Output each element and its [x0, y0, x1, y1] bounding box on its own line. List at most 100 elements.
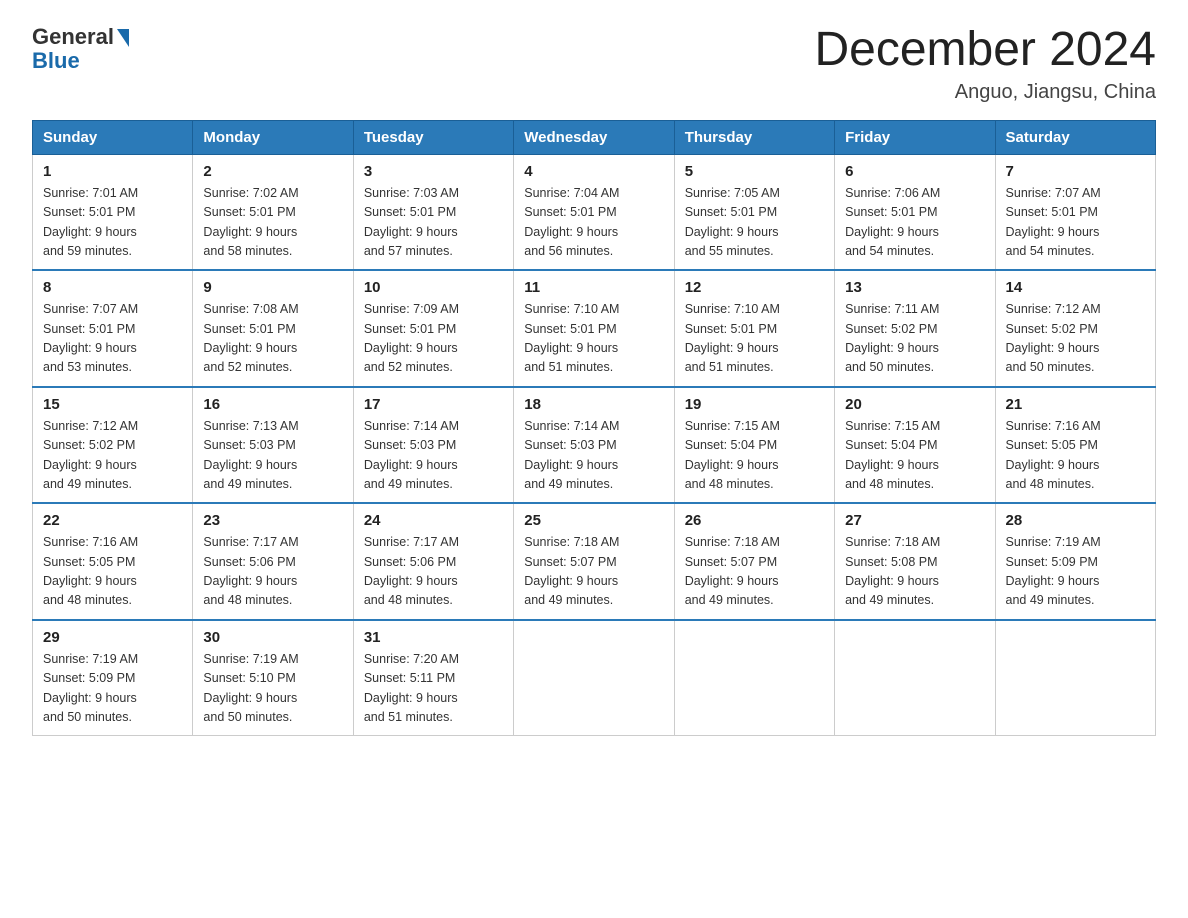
day-info: Sunrise: 7:13 AM Sunset: 5:03 PM Dayligh… [203, 417, 342, 495]
day-info: Sunrise: 7:08 AM Sunset: 5:01 PM Dayligh… [203, 300, 342, 378]
day-number: 31 [364, 629, 503, 646]
day-number: 28 [1006, 512, 1145, 529]
day-number: 21 [1006, 396, 1145, 413]
day-number: 19 [685, 396, 824, 413]
calendar-cell: 26 Sunrise: 7:18 AM Sunset: 5:07 PM Dayl… [674, 503, 834, 620]
calendar-cell [674, 620, 834, 736]
day-header-thursday: Thursday [674, 120, 834, 154]
header: General Blue December 2024 Anguo, Jiangs… [32, 24, 1156, 104]
logo-arrow-icon [117, 29, 129, 47]
day-info: Sunrise: 7:19 AM Sunset: 5:10 PM Dayligh… [203, 650, 342, 728]
day-info: Sunrise: 7:06 AM Sunset: 5:01 PM Dayligh… [845, 184, 984, 262]
calendar-cell: 29 Sunrise: 7:19 AM Sunset: 5:09 PM Dayl… [33, 620, 193, 736]
title-area: December 2024 Anguo, Jiangsu, China [814, 24, 1156, 104]
day-number: 3 [364, 163, 503, 180]
day-number: 6 [845, 163, 984, 180]
day-number: 15 [43, 396, 182, 413]
day-number: 30 [203, 629, 342, 646]
calendar-cell: 2 Sunrise: 7:02 AM Sunset: 5:01 PM Dayli… [193, 154, 353, 270]
calendar-cell: 9 Sunrise: 7:08 AM Sunset: 5:01 PM Dayli… [193, 270, 353, 387]
calendar-cell: 5 Sunrise: 7:05 AM Sunset: 5:01 PM Dayli… [674, 154, 834, 270]
day-number: 17 [364, 396, 503, 413]
day-info: Sunrise: 7:20 AM Sunset: 5:11 PM Dayligh… [364, 650, 503, 728]
day-number: 5 [685, 163, 824, 180]
calendar-subtitle: Anguo, Jiangsu, China [814, 81, 1156, 104]
calendar-cell: 23 Sunrise: 7:17 AM Sunset: 5:06 PM Dayl… [193, 503, 353, 620]
day-info: Sunrise: 7:19 AM Sunset: 5:09 PM Dayligh… [1006, 533, 1145, 611]
calendar-cell: 18 Sunrise: 7:14 AM Sunset: 5:03 PM Dayl… [514, 387, 674, 504]
calendar-cell: 31 Sunrise: 7:20 AM Sunset: 5:11 PM Dayl… [353, 620, 513, 736]
day-number: 27 [845, 512, 984, 529]
day-number: 23 [203, 512, 342, 529]
calendar-cell: 10 Sunrise: 7:09 AM Sunset: 5:01 PM Dayl… [353, 270, 513, 387]
calendar-cell: 22 Sunrise: 7:16 AM Sunset: 5:05 PM Dayl… [33, 503, 193, 620]
day-number: 16 [203, 396, 342, 413]
day-header-wednesday: Wednesday [514, 120, 674, 154]
day-number: 18 [524, 396, 663, 413]
day-info: Sunrise: 7:02 AM Sunset: 5:01 PM Dayligh… [203, 184, 342, 262]
logo-blue-text: Blue [32, 48, 80, 74]
day-info: Sunrise: 7:03 AM Sunset: 5:01 PM Dayligh… [364, 184, 503, 262]
day-number: 14 [1006, 279, 1145, 296]
calendar-week-row: 1 Sunrise: 7:01 AM Sunset: 5:01 PM Dayli… [33, 154, 1156, 270]
calendar-week-row: 15 Sunrise: 7:12 AM Sunset: 5:02 PM Dayl… [33, 387, 1156, 504]
day-number: 24 [364, 512, 503, 529]
day-number: 20 [845, 396, 984, 413]
day-number: 26 [685, 512, 824, 529]
day-number: 4 [524, 163, 663, 180]
calendar-title: December 2024 [814, 24, 1156, 77]
day-number: 22 [43, 512, 182, 529]
day-info: Sunrise: 7:18 AM Sunset: 5:07 PM Dayligh… [685, 533, 824, 611]
day-info: Sunrise: 7:14 AM Sunset: 5:03 PM Dayligh… [524, 417, 663, 495]
day-info: Sunrise: 7:07 AM Sunset: 5:01 PM Dayligh… [1006, 184, 1145, 262]
calendar-cell: 1 Sunrise: 7:01 AM Sunset: 5:01 PM Dayli… [33, 154, 193, 270]
day-header-sunday: Sunday [33, 120, 193, 154]
day-number: 7 [1006, 163, 1145, 180]
day-header-tuesday: Tuesday [353, 120, 513, 154]
day-info: Sunrise: 7:15 AM Sunset: 5:04 PM Dayligh… [845, 417, 984, 495]
day-info: Sunrise: 7:12 AM Sunset: 5:02 PM Dayligh… [43, 417, 182, 495]
calendar-cell [995, 620, 1155, 736]
day-info: Sunrise: 7:19 AM Sunset: 5:09 PM Dayligh… [43, 650, 182, 728]
calendar-week-row: 22 Sunrise: 7:16 AM Sunset: 5:05 PM Dayl… [33, 503, 1156, 620]
day-info: Sunrise: 7:17 AM Sunset: 5:06 PM Dayligh… [364, 533, 503, 611]
calendar-cell: 7 Sunrise: 7:07 AM Sunset: 5:01 PM Dayli… [995, 154, 1155, 270]
calendar-cell: 17 Sunrise: 7:14 AM Sunset: 5:03 PM Dayl… [353, 387, 513, 504]
calendar-cell: 13 Sunrise: 7:11 AM Sunset: 5:02 PM Dayl… [835, 270, 995, 387]
logo: General Blue [32, 24, 129, 74]
day-info: Sunrise: 7:18 AM Sunset: 5:08 PM Dayligh… [845, 533, 984, 611]
day-number: 10 [364, 279, 503, 296]
day-info: Sunrise: 7:11 AM Sunset: 5:02 PM Dayligh… [845, 300, 984, 378]
day-header-friday: Friday [835, 120, 995, 154]
calendar-cell: 16 Sunrise: 7:13 AM Sunset: 5:03 PM Dayl… [193, 387, 353, 504]
day-info: Sunrise: 7:14 AM Sunset: 5:03 PM Dayligh… [364, 417, 503, 495]
calendar-cell: 27 Sunrise: 7:18 AM Sunset: 5:08 PM Dayl… [835, 503, 995, 620]
day-info: Sunrise: 7:17 AM Sunset: 5:06 PM Dayligh… [203, 533, 342, 611]
day-number: 1 [43, 163, 182, 180]
day-info: Sunrise: 7:15 AM Sunset: 5:04 PM Dayligh… [685, 417, 824, 495]
day-info: Sunrise: 7:05 AM Sunset: 5:01 PM Dayligh… [685, 184, 824, 262]
calendar-cell: 25 Sunrise: 7:18 AM Sunset: 5:07 PM Dayl… [514, 503, 674, 620]
day-info: Sunrise: 7:10 AM Sunset: 5:01 PM Dayligh… [524, 300, 663, 378]
day-info: Sunrise: 7:16 AM Sunset: 5:05 PM Dayligh… [1006, 417, 1145, 495]
logo-general-text: General [32, 24, 114, 50]
day-number: 2 [203, 163, 342, 180]
day-number: 8 [43, 279, 182, 296]
calendar-cell [835, 620, 995, 736]
calendar-cell: 24 Sunrise: 7:17 AM Sunset: 5:06 PM Dayl… [353, 503, 513, 620]
calendar-cell: 4 Sunrise: 7:04 AM Sunset: 5:01 PM Dayli… [514, 154, 674, 270]
day-info: Sunrise: 7:10 AM Sunset: 5:01 PM Dayligh… [685, 300, 824, 378]
calendar-week-row: 8 Sunrise: 7:07 AM Sunset: 5:01 PM Dayli… [33, 270, 1156, 387]
day-number: 11 [524, 279, 663, 296]
calendar-cell: 30 Sunrise: 7:19 AM Sunset: 5:10 PM Dayl… [193, 620, 353, 736]
day-number: 9 [203, 279, 342, 296]
calendar-cell: 14 Sunrise: 7:12 AM Sunset: 5:02 PM Dayl… [995, 270, 1155, 387]
calendar-cell: 21 Sunrise: 7:16 AM Sunset: 5:05 PM Dayl… [995, 387, 1155, 504]
day-number: 13 [845, 279, 984, 296]
calendar-table: SundayMondayTuesdayWednesdayThursdayFrid… [32, 120, 1156, 737]
day-info: Sunrise: 7:12 AM Sunset: 5:02 PM Dayligh… [1006, 300, 1145, 378]
calendar-cell: 19 Sunrise: 7:15 AM Sunset: 5:04 PM Dayl… [674, 387, 834, 504]
calendar-cell [514, 620, 674, 736]
day-info: Sunrise: 7:18 AM Sunset: 5:07 PM Dayligh… [524, 533, 663, 611]
calendar-week-row: 29 Sunrise: 7:19 AM Sunset: 5:09 PM Dayl… [33, 620, 1156, 736]
